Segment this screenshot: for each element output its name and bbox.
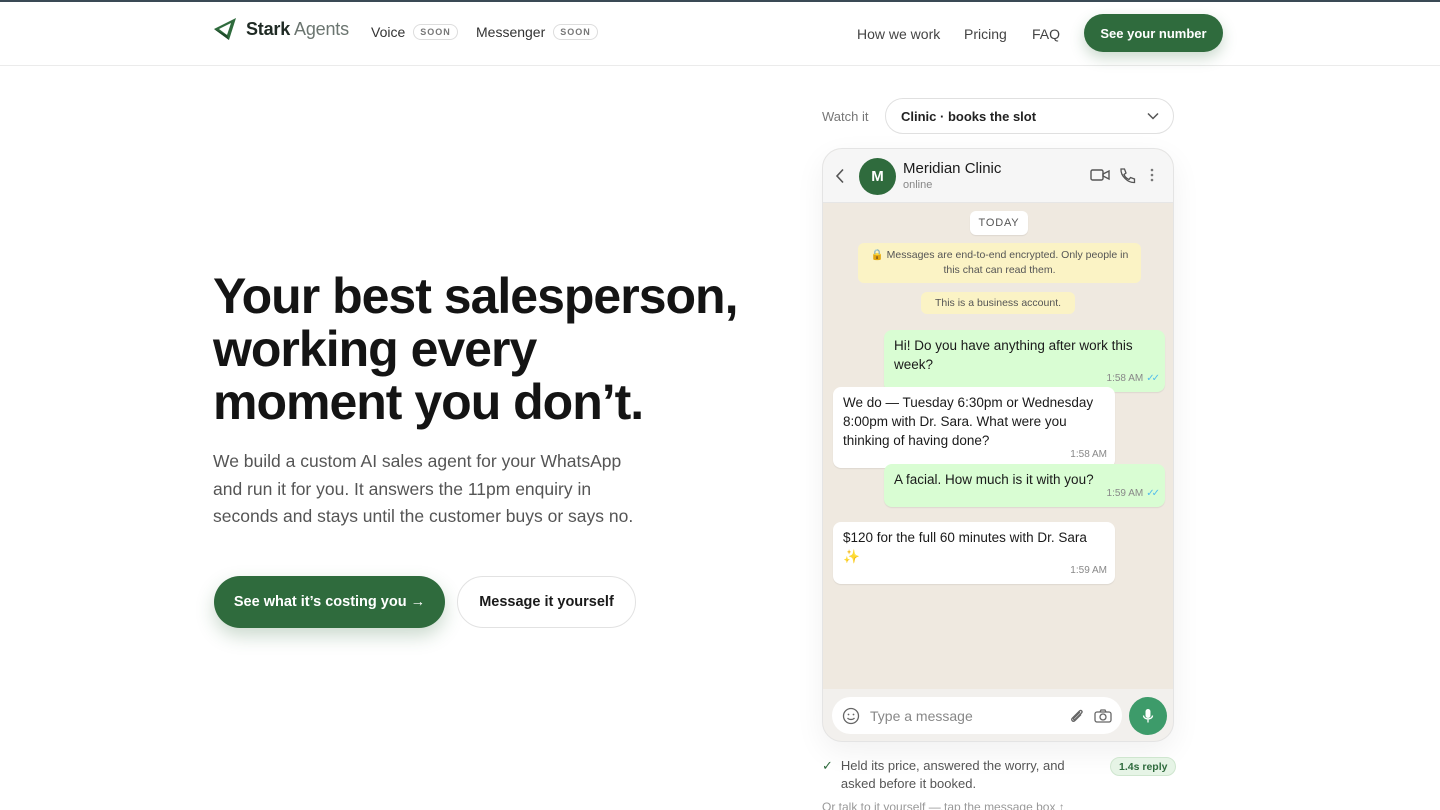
hero-title-line-1: Your best salesperson, bbox=[213, 268, 738, 324]
nav-link-faq[interactable]: FAQ bbox=[1032, 26, 1060, 42]
contact-avatar: M bbox=[859, 158, 896, 195]
message-input-placeholder: Type a message bbox=[870, 707, 973, 724]
message-time-value: 1:58 AM bbox=[1106, 373, 1144, 384]
emoji-icon[interactable] bbox=[842, 707, 860, 725]
message-bubble-incoming: $120 for the full 60 minutes with Dr. Sa… bbox=[833, 522, 1115, 584]
demo-result-text: Held its price, answered the worry, and … bbox=[840, 758, 1065, 791]
nav-link-pricing[interactable]: Pricing bbox=[964, 26, 1007, 42]
hero-subtitle: We build a custom AI sales agent for you… bbox=[213, 451, 634, 526]
camera-icon[interactable] bbox=[1094, 708, 1112, 724]
message-text: $120 for the full 60 minutes with Dr. Sa… bbox=[843, 530, 1087, 564]
video-call-icon[interactable] bbox=[1090, 167, 1110, 183]
message-time-value: 1:59 AM bbox=[1070, 565, 1107, 576]
back-arrow-icon[interactable] bbox=[835, 168, 845, 184]
hero-title: Your best salesperson, working every mom… bbox=[213, 270, 753, 429]
check-icon: ✓ bbox=[822, 758, 833, 773]
nav-voice-soon-badge: SOON bbox=[413, 24, 458, 40]
hero-title-line-2: working every bbox=[213, 321, 537, 377]
brand-logo[interactable]: Stark Agents bbox=[212, 16, 349, 42]
more-options-icon[interactable] bbox=[1150, 167, 1154, 183]
hero-title-line-3: moment you don’t. bbox=[213, 374, 644, 430]
microphone-icon bbox=[1142, 709, 1154, 723]
message-time: 1:59 AM ✓✓ bbox=[1106, 484, 1160, 503]
business-account-notice: This is a business account. bbox=[921, 292, 1075, 314]
brand-name-light: Agents bbox=[294, 18, 349, 39]
date-divider: TODAY bbox=[970, 211, 1028, 235]
nav-messenger-soon-badge: SOON bbox=[553, 24, 598, 40]
talk-to-it-hint: Or talk to it yourself — tap the message… bbox=[822, 800, 1065, 810]
reply-time-badge: 1.4s reply bbox=[1110, 757, 1177, 776]
read-receipt-icon: ✓✓ bbox=[1146, 373, 1160, 384]
brand-name-strong: Stark bbox=[246, 18, 291, 39]
read-receipt-icon: ✓✓ bbox=[1146, 488, 1160, 499]
nav-link-how-we-work[interactable]: How we work bbox=[857, 26, 940, 42]
message-text: A facial. How much is it with you? bbox=[894, 472, 1094, 487]
message-composer: Type a message bbox=[823, 689, 1173, 741]
message-time: 1:58 AM bbox=[1070, 445, 1107, 464]
whatsapp-phone-mockup: M Meridian Clinic online TODAY 🔒 Message… bbox=[822, 148, 1174, 742]
message-bubble-outgoing: Hi! Do you have anything after work this… bbox=[884, 330, 1165, 392]
contact-name: Meridian Clinic bbox=[903, 160, 1002, 177]
message-text: Hi! Do you have anything after work this… bbox=[894, 338, 1133, 372]
message-bubble-outgoing: A facial. How much is it with you? 1:59 … bbox=[884, 464, 1165, 507]
message-time-value: 1:58 AM bbox=[1070, 449, 1107, 460]
attachment-icon[interactable] bbox=[1068, 707, 1086, 725]
message-bubble-incoming: We do — Tuesday 6:30pm or Wednesday 8:00… bbox=[833, 387, 1115, 468]
message-input[interactable]: Type a message bbox=[832, 697, 1122, 734]
nav-voice[interactable]: Voice SOON bbox=[371, 24, 458, 40]
voice-message-button[interactable] bbox=[1129, 697, 1167, 735]
watch-it-label: Watch it bbox=[822, 109, 869, 124]
message-it-yourself-button[interactable]: Message it yourself bbox=[457, 576, 636, 628]
chat-header: M Meridian Clinic online bbox=[823, 149, 1173, 203]
chevron-down-icon bbox=[1147, 112, 1159, 120]
phone-call-icon[interactable] bbox=[1118, 167, 1136, 185]
contact-status: online bbox=[903, 179, 933, 191]
message-time: 1:58 AM ✓✓ bbox=[1106, 369, 1160, 388]
nav-messenger[interactable]: Messenger SOON bbox=[476, 24, 598, 40]
see-your-number-button[interactable]: See your number bbox=[1084, 14, 1223, 52]
top-navigation: Stark Agents Voice SOON Messenger SOON Ho… bbox=[0, 2, 1440, 66]
brand-mark-icon bbox=[214, 18, 236, 40]
encryption-notice: 🔒 Messages are end-to-end encrypted. Onl… bbox=[858, 243, 1141, 283]
scenario-select-value: Clinic · books the slot bbox=[901, 108, 1037, 124]
message-text: We do — Tuesday 6:30pm or Wednesday 8:00… bbox=[843, 395, 1094, 448]
nav-messenger-label: Messenger bbox=[476, 24, 546, 40]
chat-messages: TODAY 🔒 Messages are end-to-end encrypte… bbox=[823, 203, 1173, 689]
message-time-value: 1:59 AM bbox=[1106, 488, 1144, 499]
nav-voice-label: Voice bbox=[371, 24, 406, 40]
brand-name: Stark Agents bbox=[246, 19, 349, 40]
see-cost-button[interactable]: See what it’s costing you → bbox=[214, 576, 445, 628]
demo-result: ✓ Held its price, answered the worry, an… bbox=[822, 757, 1102, 793]
message-time: 1:59 AM bbox=[1070, 561, 1107, 580]
scenario-select[interactable]: Clinic · books the slot bbox=[885, 98, 1174, 134]
